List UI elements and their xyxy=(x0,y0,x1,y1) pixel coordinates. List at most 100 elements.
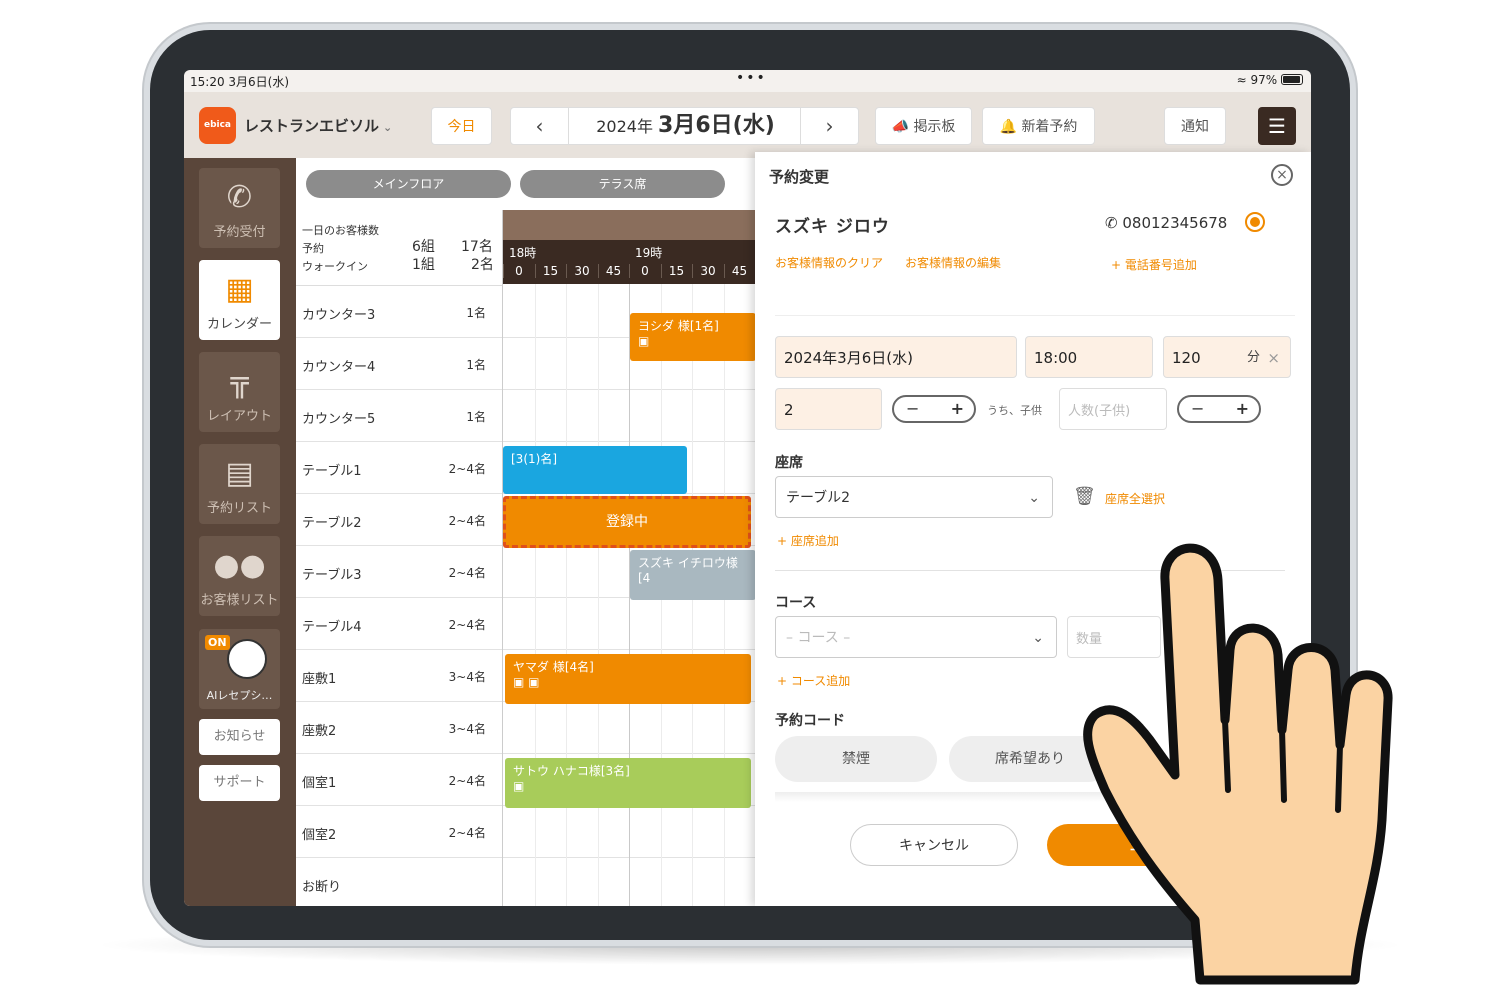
add-course-link[interactable]: + コース追加 xyxy=(777,672,850,689)
prev-day-button[interactable]: ‹ xyxy=(511,108,569,144)
booking-registering[interactable]: 登録中 xyxy=(503,496,751,548)
people-stepper[interactable]: − + xyxy=(892,395,976,423)
restaurant-selector[interactable]: レストランエビソル ⌄ xyxy=(244,115,392,136)
plus-icon[interactable]: + xyxy=(951,399,964,418)
people-field[interactable]: 2 xyxy=(775,388,882,430)
children-stepper[interactable]: − + xyxy=(1177,395,1261,423)
seat-capacity: 1名 xyxy=(466,410,486,424)
summary-reserve-people: 17名 xyxy=(461,239,493,255)
tab-terrace[interactable]: テラス席 xyxy=(520,170,725,198)
sidebar-item-label: 予約リスト xyxy=(206,501,272,516)
grid-line xyxy=(566,284,567,906)
ai-label: AIレセプシ… xyxy=(206,689,273,702)
close-icon[interactable]: × xyxy=(1271,164,1293,186)
multitask-dots[interactable]: ••• xyxy=(736,70,767,86)
seat-capacity: 1名 xyxy=(466,358,486,372)
status-bar: 15:20 3月6日(水) ••• ≈ 97% xyxy=(184,70,1311,92)
sidebar-item-calendar[interactable]: ▦ カレンダー xyxy=(199,260,280,340)
minute-label: 15 xyxy=(534,264,566,278)
add-phone-label: 電話番号追加 xyxy=(1124,258,1197,272)
date-navigator: ‹ 2024年 3月6日(水) › xyxy=(510,107,859,145)
add-course-label: コース追加 xyxy=(790,674,851,688)
seat-name: テーブル1 xyxy=(302,464,362,479)
booking-yamada[interactable]: ヤマダ 様[4名] ▣ ▣ xyxy=(505,654,751,704)
bulletin-board-button[interactable]: 📣 掲示板 xyxy=(875,107,972,145)
date-field[interactable]: 2024年3月6日(水) xyxy=(775,336,1017,378)
sidebar-item-layout[interactable]: ╦ レイアウト xyxy=(199,352,280,432)
seat-capacity: 2~4名 xyxy=(448,514,486,528)
panel-title: 予約変更 xyxy=(769,168,830,186)
restaurant-name: レストランエビソル xyxy=(244,117,380,135)
course-select[interactable]: – コース – ⌄ xyxy=(775,616,1057,658)
seat-name: カウンター5 xyxy=(302,412,376,427)
sidebar-item-customer-list[interactable]: ●● お客様リスト xyxy=(199,536,280,616)
grid-line xyxy=(597,284,599,906)
trash-icon[interactable]: 🗑 xyxy=(1073,486,1096,507)
children-field[interactable]: 人数(子供) xyxy=(1059,388,1167,430)
sidebar-item-label: お客様リスト xyxy=(200,593,279,608)
code-no-smoking[interactable]: 禁煙 xyxy=(775,736,937,782)
add-seat-label: 座席追加 xyxy=(790,534,839,548)
duration-unit: 分 xyxy=(1246,350,1260,365)
reservation-code-heading: 予約コード xyxy=(775,713,845,729)
bulletin-board-label: 掲示板 xyxy=(913,119,956,135)
minus-icon[interactable]: − xyxy=(1191,399,1204,418)
support-button[interactable]: サポート xyxy=(199,765,280,801)
minute-label: 0 xyxy=(629,264,660,278)
course-placeholder: – コース – xyxy=(786,630,851,646)
chevron-down-icon: ⌄ xyxy=(1028,490,1040,506)
booking-suzuki[interactable]: スズキ イチロウ様[4 xyxy=(630,550,756,600)
time-field[interactable]: 18:00 xyxy=(1025,336,1153,378)
date-month-day: 3月6日(水) xyxy=(658,113,775,138)
add-seat-link[interactable]: + 座席追加 xyxy=(777,532,839,549)
receptionist-icon xyxy=(227,639,267,679)
grid-header xyxy=(503,210,756,240)
notification-button[interactable]: 通知 xyxy=(1164,107,1226,145)
cancel-button[interactable]: キャンセル xyxy=(850,824,1018,866)
seat-select[interactable]: テーブル2 ⌄ xyxy=(775,476,1053,518)
plus-icon[interactable]: + xyxy=(1236,399,1249,418)
clear-icon[interactable]: × xyxy=(1267,337,1280,379)
current-date[interactable]: 2024年 3月6日(水) xyxy=(571,108,800,145)
booking-label: 登録中 xyxy=(606,514,648,530)
sidebar-item-reservation-list[interactable]: ▤ 予約リスト xyxy=(199,444,280,524)
tab-main-floor[interactable]: メインフロア xyxy=(306,170,511,198)
sidebar-item-reception[interactable]: ✆ 予約受付 xyxy=(199,168,280,248)
seat-capacity: 2~4名 xyxy=(448,566,486,580)
pointing-hand-icon xyxy=(1083,543,1393,985)
edit-customer-link[interactable]: お客様情報の編集 xyxy=(905,254,1001,271)
hour-label: 18時 xyxy=(509,246,537,260)
children-placeholder: 人数(子供) xyxy=(1068,404,1131,419)
clear-customer-link[interactable]: お客様情報のクリア xyxy=(775,254,883,271)
booking-walkin[interactable]: [3(1)名] xyxy=(503,446,687,494)
minute-label: 45 xyxy=(723,264,755,278)
seat-name: カウンター3 xyxy=(302,308,376,323)
today-button[interactable]: 今日 xyxy=(431,107,492,145)
seat-capacity: 2~4名 xyxy=(448,774,486,788)
news-button[interactable]: お知らせ xyxy=(199,719,280,755)
next-day-button[interactable]: › xyxy=(800,108,858,144)
new-reservation-button[interactable]: 🔔 新着予約 xyxy=(982,107,1095,145)
seat-name: テーブル2 xyxy=(302,516,362,531)
table-layout-icon: ╦ xyxy=(230,364,249,399)
booking-yoshida[interactable]: ヨシダ 様[1名] ▣ xyxy=(630,313,756,361)
seat-name: お断り xyxy=(302,880,342,895)
more-codes-fade xyxy=(775,792,1115,802)
hamburger-menu-icon[interactable]: ☰ xyxy=(1258,107,1296,145)
summary-reserve-label: 予約 xyxy=(302,242,324,255)
summary-walkin-label: ウォークイン xyxy=(302,260,368,273)
ai-receptionist-button[interactable]: ON AIレセプシ… xyxy=(199,629,280,709)
children-label: うち、子供 xyxy=(987,404,1042,417)
duration-field[interactable]: 120 分 × xyxy=(1163,336,1291,378)
add-phone-link[interactable]: + 電話番号追加 xyxy=(1111,256,1197,273)
cutlery-icon: ▣ xyxy=(528,675,540,689)
select-all-seats-link[interactable]: 座席全選択 xyxy=(1105,490,1165,507)
battery-percent: 97% xyxy=(1250,73,1278,87)
minus-icon[interactable]: − xyxy=(906,399,919,418)
phone-radio[interactable] xyxy=(1245,212,1265,232)
course-heading: コース xyxy=(775,595,817,611)
wifi-icon: ≈ xyxy=(1236,73,1247,87)
chevron-down-icon: ⌄ xyxy=(1032,630,1044,646)
date-year: 2024年 xyxy=(596,117,653,136)
booking-sato[interactable]: サトウ ハナコ様[3名] ▣ xyxy=(505,758,751,808)
